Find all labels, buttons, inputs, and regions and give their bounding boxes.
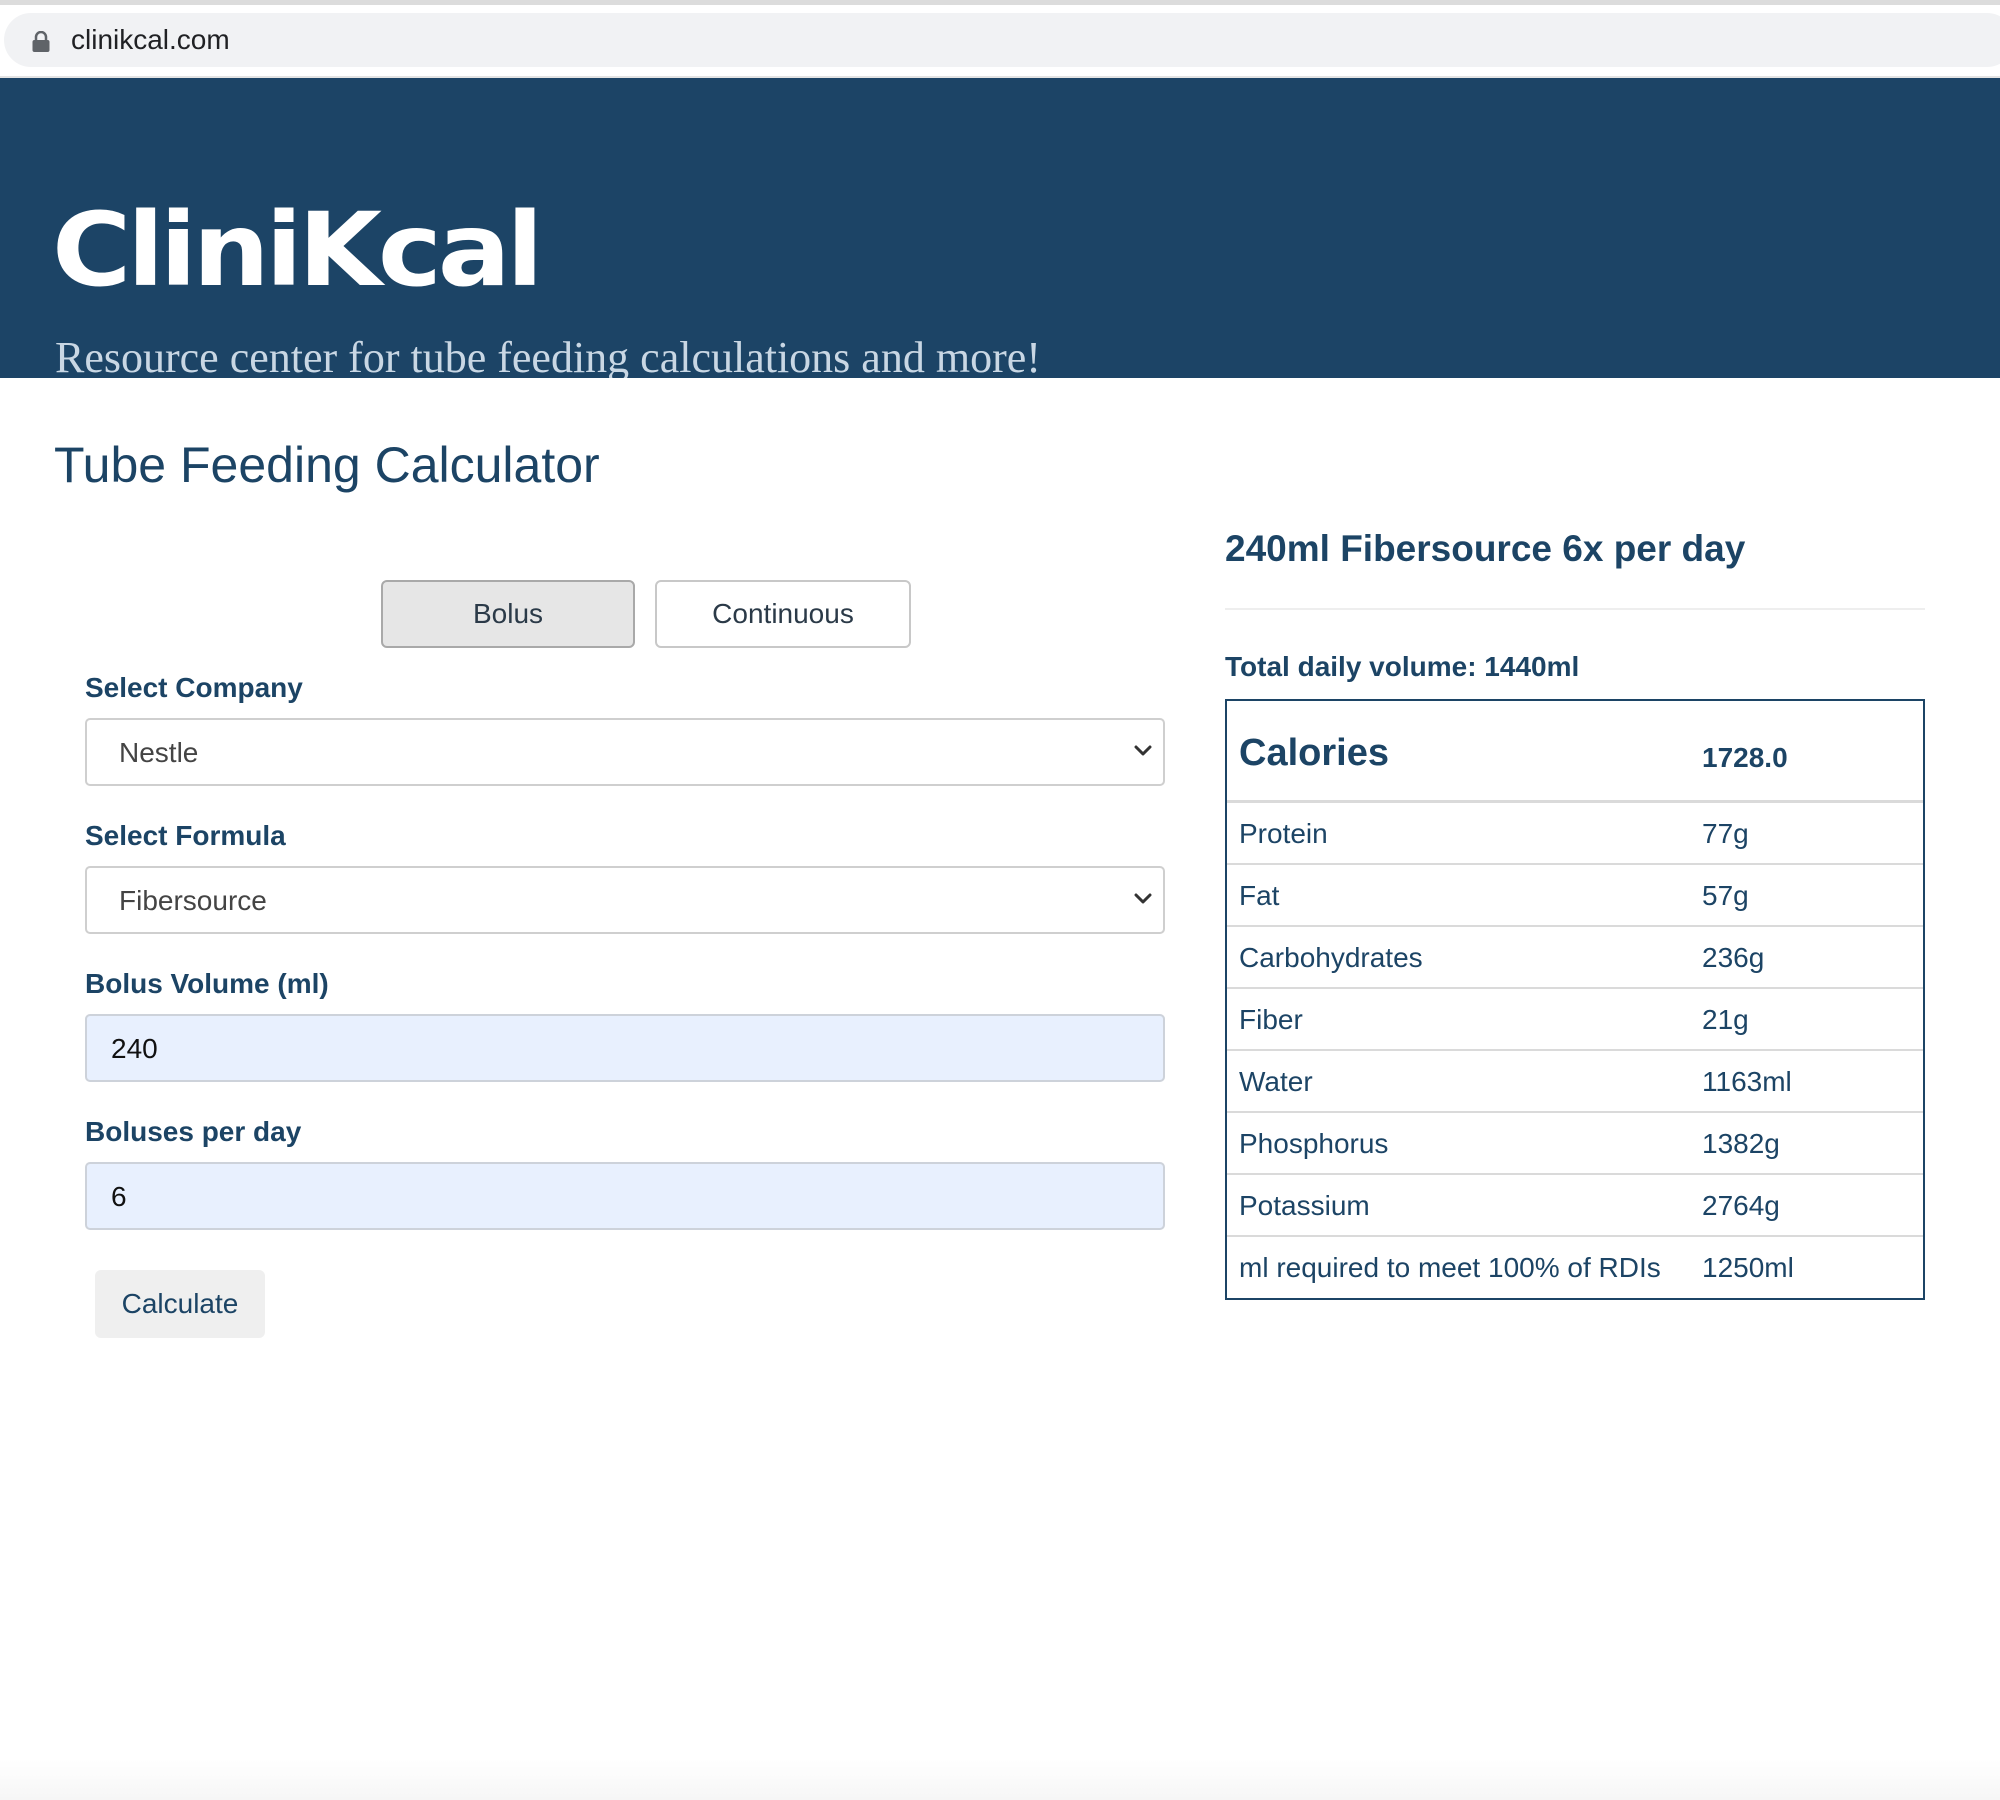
row-label: Potassium (1239, 1190, 1370, 1221)
table-row: Fat 57g (1227, 865, 1923, 927)
calories-row: Calories 1728.0 (1227, 701, 1923, 803)
table-row: Carbohydrates 236g (1227, 927, 1923, 989)
continuous-mode-button[interactable]: Continuous (655, 580, 911, 648)
bolus-volume-input[interactable]: 240 (85, 1014, 1165, 1082)
row-label: Phosphorus (1239, 1128, 1389, 1159)
row-value: 2764g (1702, 1190, 1780, 1221)
bolus-volume-label: Bolus Volume (ml) (85, 968, 329, 999)
nutrition-table: Calories 1728.0 Protein 77g Fat 57g Carb… (1225, 699, 1925, 1300)
company-select[interactable]: Nestle (85, 718, 1165, 786)
site-logo[interactable]: CliniKcal (52, 196, 543, 306)
row-value: 1250ml (1702, 1252, 1794, 1283)
page-title: Tube Feeding Calculator (54, 437, 600, 493)
formula-label: Select Formula (85, 820, 286, 851)
page-bottom-shade (0, 1760, 2000, 1800)
row-label: Water (1239, 1066, 1313, 1097)
lock-icon (31, 31, 51, 53)
row-label: Fat (1239, 880, 1280, 911)
row-label: Carbohydrates (1239, 942, 1423, 973)
table-row: Protein 77g (1227, 803, 1923, 865)
result-title: 240ml Fibersource 6x per day (1225, 528, 1746, 569)
table-row: ml required to meet 100% of RDIs 1250ml (1227, 1237, 1923, 1298)
table-row: Water 1163ml (1227, 1051, 1923, 1113)
calculate-button[interactable]: Calculate (95, 1270, 265, 1338)
bolus-mode-button[interactable]: Bolus (381, 580, 635, 648)
boluses-per-day-input[interactable]: 6 (85, 1162, 1165, 1230)
total-daily-volume: Total daily volume: 1440ml (1225, 651, 1580, 682)
chevron-down-icon (1133, 892, 1153, 906)
chevron-down-icon (1133, 744, 1153, 758)
company-label: Select Company (85, 672, 303, 703)
row-value: 21g (1702, 1004, 1749, 1035)
table-row: Potassium 2764g (1227, 1175, 1923, 1237)
row-label: ml required to meet 100% of RDIs (1239, 1252, 1661, 1283)
row-value: 1163ml (1702, 1066, 1792, 1097)
table-row: Fiber 21g (1227, 989, 1923, 1051)
row-value: 77g (1702, 818, 1749, 849)
row-label: Fiber (1239, 1004, 1303, 1035)
row-value: 57g (1702, 880, 1749, 911)
row-value: 236g (1702, 942, 1765, 973)
result-divider (1225, 608, 1925, 610)
browser-top-edge (0, 0, 2000, 5)
row-value: 1382g (1702, 1128, 1780, 1159)
boluses-per-day-label: Boluses per day (85, 1116, 302, 1147)
calories-value: 1728.0 (1702, 742, 1788, 773)
url-text[interactable]: clinikcal.com (71, 23, 230, 57)
address-bar[interactable]: clinikcal.com (4, 13, 2000, 67)
bolus-volume-value: 240 (111, 1033, 158, 1064)
company-select-value: Nestle (119, 737, 199, 768)
row-label: Protein (1239, 818, 1328, 849)
formula-select[interactable]: Fibersource (85, 866, 1165, 934)
site-header: CliniKcal Resource center for tube feedi… (0, 78, 2000, 378)
boluses-per-day-value: 6 (111, 1181, 127, 1212)
calories-label: Calories (1239, 732, 1389, 774)
site-tagline: Resource center for tube feeding calcula… (55, 333, 1041, 378)
table-row: Phosphorus 1382g (1227, 1113, 1923, 1175)
formula-select-value: Fibersource (119, 885, 267, 916)
